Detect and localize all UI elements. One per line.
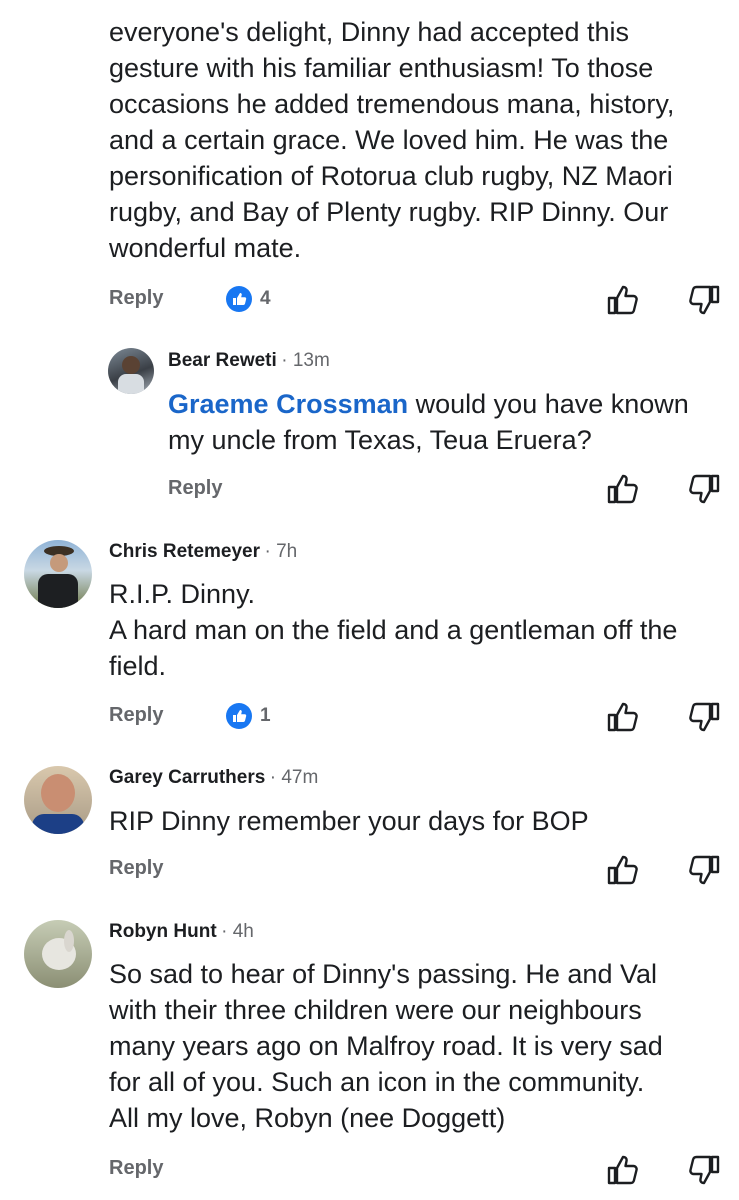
avatar[interactable] (24, 920, 92, 988)
thumbs-up-icon[interactable] (606, 1153, 640, 1187)
reaction-count[interactable]: 1 (226, 703, 271, 729)
comment-header: Garey Carruthers · 47m (109, 767, 318, 789)
comment-header: Robyn Hunt · 4h (109, 921, 254, 943)
thumbs-down-icon[interactable] (687, 853, 721, 887)
like-badge-icon (226, 286, 252, 312)
avatar[interactable] (24, 540, 92, 608)
like-count: 4 (260, 288, 271, 309)
thumbs-up-icon[interactable] (606, 283, 640, 317)
thumbs-down-icon[interactable] (687, 700, 721, 734)
author-name[interactable]: Chris Retemeyer (109, 541, 260, 562)
reply-button[interactable]: Reply (168, 477, 222, 500)
comment-header: Bear Reweti · 13m (168, 350, 330, 372)
reply-button[interactable]: Reply (109, 857, 163, 880)
timestamp[interactable]: · 13m (281, 350, 330, 371)
comment-header: Chris Retemeyer · 7h (109, 541, 297, 563)
reply-button[interactable]: Reply (109, 1157, 163, 1180)
thumbs-down-icon[interactable] (687, 1153, 721, 1187)
timestamp[interactable]: · 4h (221, 921, 254, 942)
avatar[interactable] (24, 766, 92, 834)
comment-text: Graeme Crossman would you have known my … (168, 386, 728, 458)
like-badge-icon (226, 703, 252, 729)
mention-link[interactable]: Graeme Crossman (168, 389, 408, 419)
like-count: 1 (260, 705, 271, 726)
comment-text: everyone's delight, Dinny had accepted t… (109, 17, 675, 263)
author-name[interactable]: Bear Reweti (168, 350, 277, 371)
thumbs-up-icon[interactable] (606, 472, 640, 506)
reply-button[interactable]: Reply (109, 704, 163, 727)
thumbs-up-icon[interactable] (606, 853, 640, 887)
thumbs-down-icon[interactable] (687, 283, 721, 317)
comment-text: So sad to hear of Dinny's passing. He an… (109, 959, 663, 1133)
thumbs-down-icon[interactable] (687, 472, 721, 506)
reaction-count[interactable]: 4 (226, 286, 271, 312)
comment-text: RIP Dinny remember your days for BOP (109, 806, 589, 836)
author-name[interactable]: Garey Carruthers (109, 767, 265, 788)
avatar[interactable] (108, 348, 154, 394)
reply-button[interactable]: Reply (109, 287, 163, 310)
thumbs-up-icon[interactable] (606, 700, 640, 734)
comment-text: R.I.P. Dinny. A hard man on the field an… (109, 579, 678, 681)
author-name[interactable]: Robyn Hunt (109, 921, 217, 942)
timestamp[interactable]: · 47m (270, 767, 319, 788)
timestamp[interactable]: · 7h (264, 541, 297, 562)
